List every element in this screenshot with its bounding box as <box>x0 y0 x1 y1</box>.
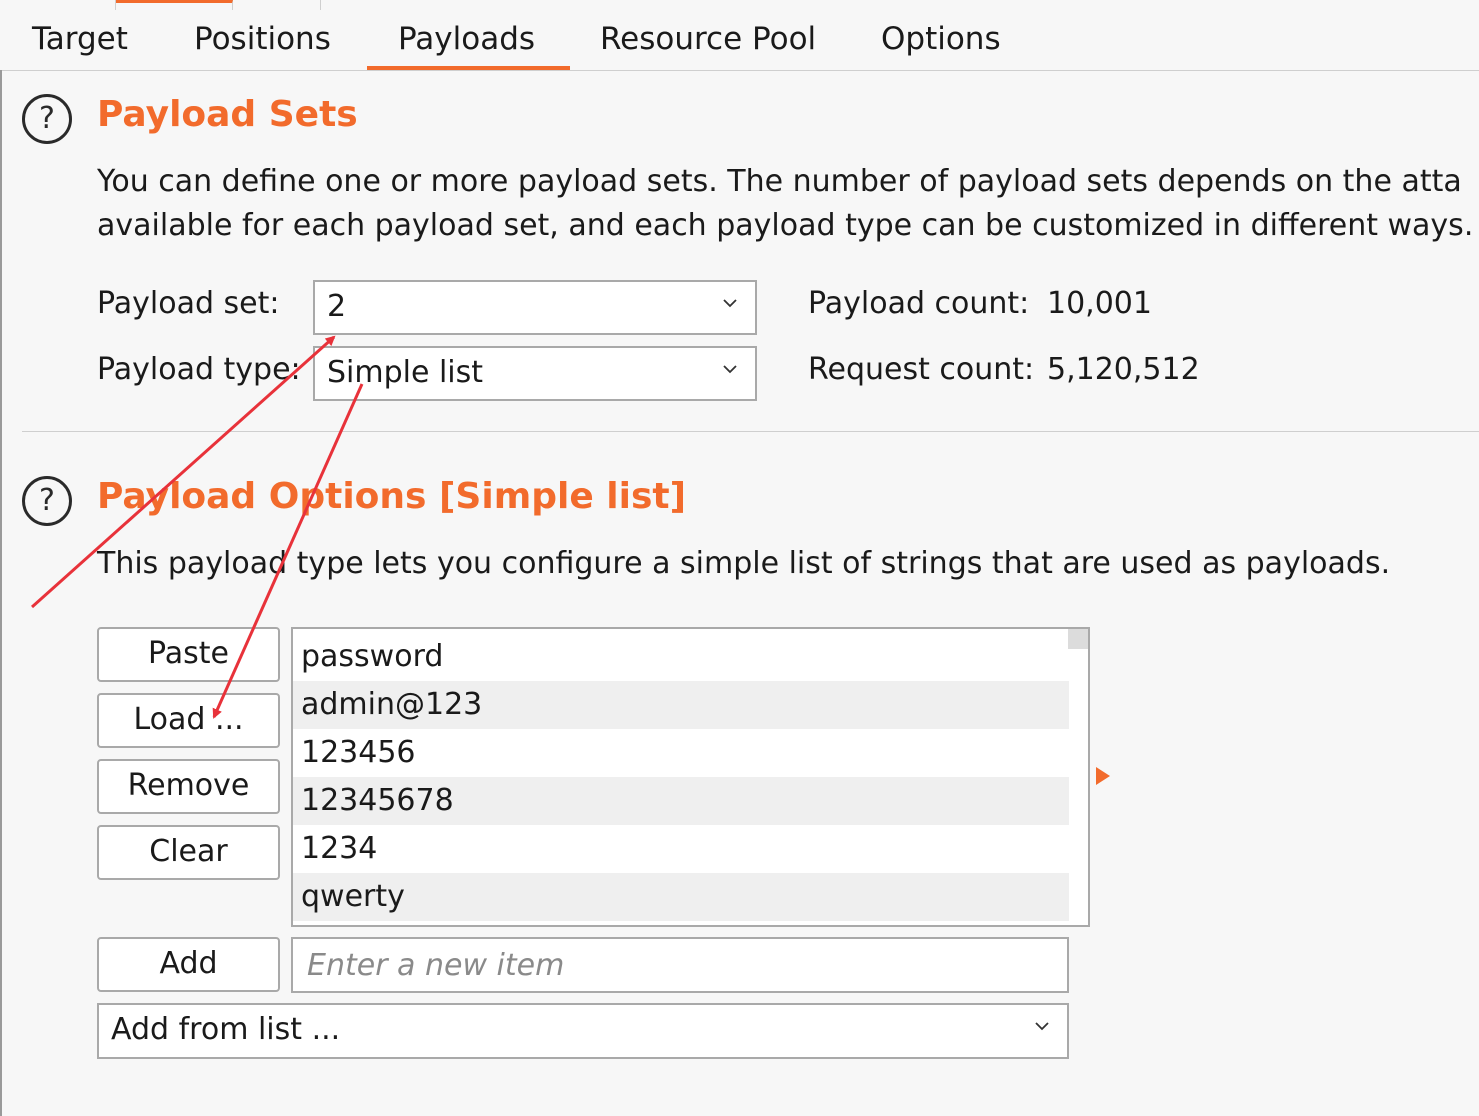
chevron-down-icon <box>1035 1022 1049 1031</box>
chevron-down-icon <box>723 365 737 374</box>
help-icon[interactable]: ? <box>22 476 72 526</box>
payload-list[interactable]: password admin@123 123456 12345678 1234 … <box>291 627 1090 927</box>
payload-type-value: Simple list <box>327 355 484 390</box>
request-count-label: Request count: <box>808 352 1035 387</box>
section-divider <box>22 431 1479 432</box>
payload-set-select[interactable]: 2 <box>313 280 757 335</box>
parent-tab-strip <box>0 0 1479 11</box>
tab-target[interactable]: Target <box>32 10 128 68</box>
payload-sets-title: Payload Sets <box>97 94 358 135</box>
list-item[interactable]: admin@123 <box>293 681 1069 729</box>
add-button[interactable]: Add <box>97 937 280 992</box>
add-from-list-select[interactable]: Add from list ... <box>97 1003 1069 1059</box>
load-button[interactable]: Load ... <box>97 693 280 748</box>
payload-set-value: 2 <box>327 289 347 324</box>
request-count-value: 5,120,512 <box>1047 352 1200 387</box>
remove-button[interactable]: Remove <box>97 759 280 814</box>
tab-payloads[interactable]: Payloads <box>366 10 571 70</box>
list-item[interactable]: 12345678 <box>293 777 1069 825</box>
left-border <box>0 70 2 1116</box>
clear-button[interactable]: Clear <box>97 825 280 880</box>
payload-options-title: Payload Options [Simple list] <box>97 476 687 517</box>
list-item[interactable]: password <box>293 633 1069 681</box>
add-from-list-label: Add from list ... <box>111 1012 341 1047</box>
list-item[interactable]: 1234 <box>293 825 1069 873</box>
paste-button[interactable]: Paste <box>97 627 280 682</box>
payload-type-label: Payload type: <box>97 352 301 387</box>
tab-positions[interactable]: Positions <box>194 10 331 68</box>
list-scrollbar-thumb[interactable] <box>1068 629 1088 649</box>
tab-resource-pool[interactable]: Resource Pool <box>600 10 816 68</box>
payload-type-select[interactable]: Simple list <box>313 346 757 401</box>
list-item[interactable]: qwerty <box>293 873 1069 921</box>
chevron-down-icon <box>723 299 737 308</box>
help-icon[interactable]: ? <box>22 94 72 144</box>
payload-sets-description-line1: You can define one or more payload sets.… <box>97 164 1462 199</box>
payload-count-value: 10,001 <box>1047 286 1152 321</box>
new-item-input[interactable] <box>291 937 1069 993</box>
payload-count-label: Payload count: <box>808 286 1030 321</box>
payload-options-description: This payload type lets you configure a s… <box>97 546 1391 581</box>
tab-bar: Target Positions Payloads Resource Pool … <box>0 10 1479 71</box>
payload-sets-description-line2: available for each payload set, and each… <box>97 208 1474 243</box>
list-item[interactable]: 123456 <box>293 729 1069 777</box>
tab-options[interactable]: Options <box>881 10 1001 68</box>
payload-set-label: Payload set: <box>97 286 280 321</box>
expand-triangle-icon[interactable] <box>1096 767 1110 785</box>
